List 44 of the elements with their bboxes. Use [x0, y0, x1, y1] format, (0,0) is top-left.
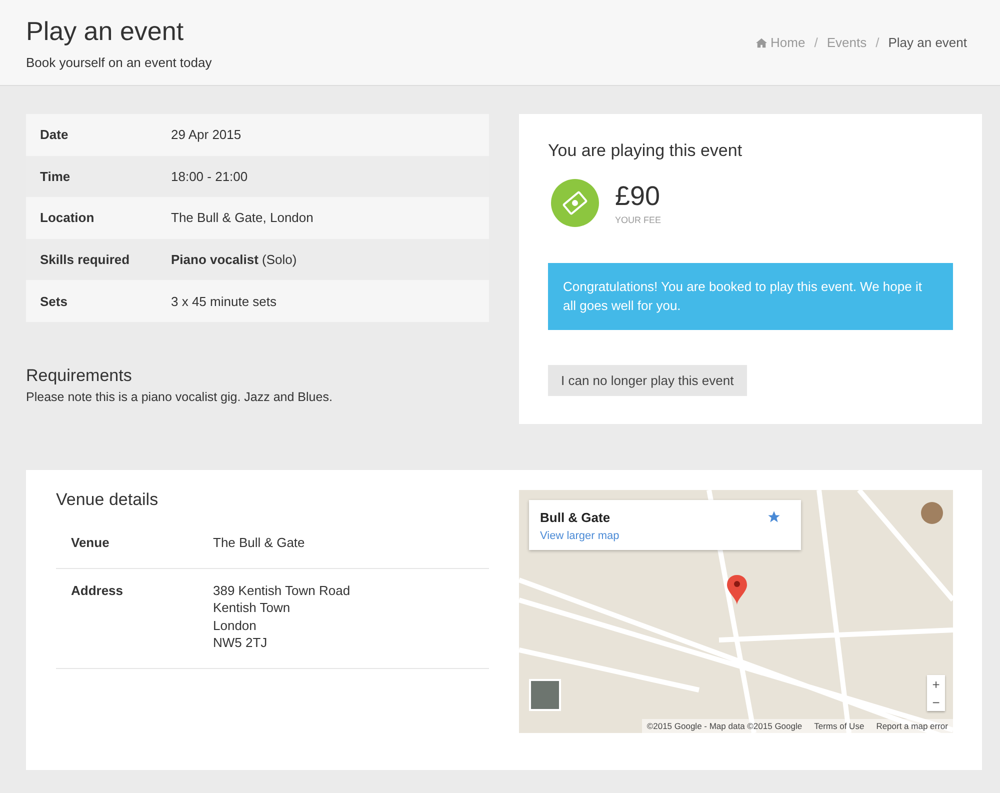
venue-value: Kentish Town	[213, 599, 292, 616]
view-larger-map-link[interactable]: View larger map	[540, 530, 790, 542]
venue-value: 389 Kentish Town Road	[213, 582, 352, 599]
venue-value: The Bull & Gate	[213, 534, 306, 552]
detail-label: Time	[40, 168, 72, 184]
cancel-button[interactable]: I can no longer play this event	[548, 365, 747, 396]
breadcrumb-link[interactable]: Play an event	[888, 35, 967, 50]
booking-title: You are playing this event	[548, 141, 744, 161]
map-attribution: ©2015 Google - Map data ©2015 Google	[646, 721, 802, 731]
requirements-title: Requirements	[26, 366, 133, 386]
avatar-circle[interactable]	[921, 502, 943, 524]
detail-label: Skills required	[40, 252, 131, 268]
page-subtitle: Book yourself on an event today	[26, 54, 212, 70]
venue-value: NW5 2TJ	[213, 634, 268, 652]
detail-value: The Bull & Gate, London	[171, 210, 314, 226]
detail-label: Sets	[40, 294, 68, 309]
fee-amount: £90	[615, 181, 662, 212]
place-name: Bull & Gate	[540, 510, 610, 525]
success-alert: Congratulations! You are booked to play this event. We hope it all goes well for you.	[548, 263, 953, 330]
detail-value: Piano vocalist (Solo)	[171, 252, 298, 268]
zoom-out-button[interactable]: −	[927, 693, 945, 711]
venue-label: Address	[71, 582, 124, 600]
home-icon	[756, 38, 767, 48]
zoom-in-button[interactable]: +	[927, 675, 945, 693]
detail-value: 3 x 45 minute sets	[171, 294, 278, 309]
detail-label: Location	[40, 210, 96, 226]
map-footer-link[interactable]: Terms of Use	[814, 721, 864, 731]
detail-label: Date	[40, 127, 70, 142]
requirements-text: Please note this is a piano vocalist gig. Jazz and Blues.	[26, 390, 334, 404]
map-footer-link[interactable]: Report a map error	[876, 721, 948, 731]
venue-value: London	[213, 616, 258, 634]
breadcrumb-separator: /	[814, 35, 818, 50]
fee-label: YOUR FEE	[615, 215, 662, 225]
map-pin-icon	[726, 574, 748, 606]
star-icon[interactable]	[767, 510, 781, 524]
venue-label: Venue	[71, 534, 110, 552]
map-placeholder[interactable]: Bull & Gate View larger map + − ©2015 Google - Map data ©2015 Google Terms of Use Report a map error	[519, 490, 953, 733]
breadcrumb-separator: /	[876, 35, 880, 50]
venue-title: Venue details	[56, 490, 160, 510]
satellite-thumbnail[interactable]	[529, 679, 561, 711]
detail-value: 29 Apr 2015	[171, 127, 242, 142]
money-icon	[551, 179, 599, 227]
detail-value: 18:00 - 21:00	[171, 168, 249, 184]
page-title: Play an event	[26, 16, 185, 46]
